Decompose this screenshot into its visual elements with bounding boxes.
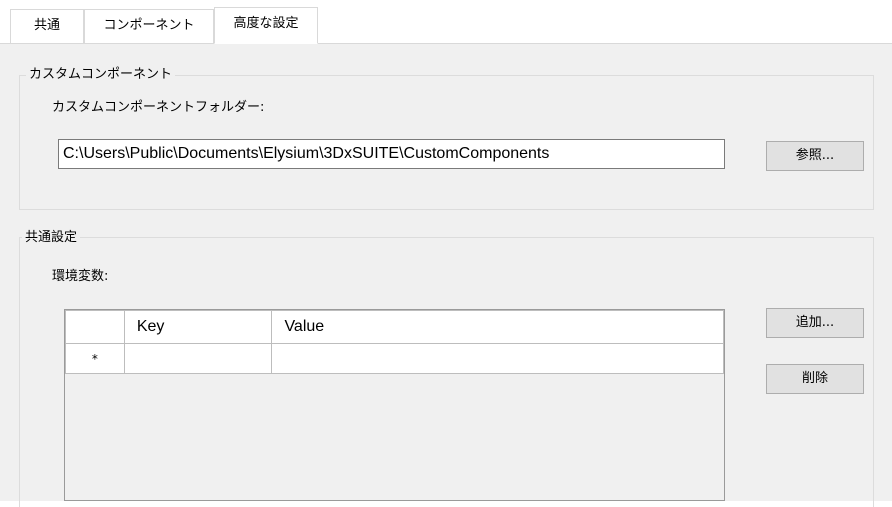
custom-component-group-title: カスタムコンポーネント	[26, 67, 176, 83]
common-settings-group-title: 共通設定	[22, 230, 81, 246]
custom-folder-input[interactable]	[58, 139, 725, 169]
env-vars-label: 環境変数:	[52, 269, 109, 284]
custom-folder-label: カスタムコンポーネントフォルダー:	[52, 100, 265, 115]
grid-new-row[interactable]: *	[65, 343, 724, 374]
grid-new-row-value-cell[interactable]	[271, 343, 724, 374]
grid-column-key[interactable]: Key	[123, 310, 273, 344]
tab-common[interactable]: 共通	[10, 9, 84, 43]
tab-components[interactable]: コンポーネント	[84, 9, 214, 43]
grid-new-row-key-cell[interactable]	[123, 343, 273, 374]
grid-new-row-marker: *	[65, 343, 125, 374]
add-button[interactable]: 追加...	[766, 308, 864, 338]
grid-header-row: Key Value	[65, 310, 724, 344]
grid-column-value[interactable]: Value	[271, 310, 724, 344]
tab-bar: 共通 コンポーネント 高度な設定	[0, 0, 892, 44]
delete-button[interactable]: 削除	[766, 364, 864, 394]
browse-button[interactable]: 参照...	[766, 141, 864, 171]
env-vars-grid[interactable]: Key Value *	[64, 309, 725, 501]
tab-advanced-settings[interactable]: 高度な設定	[214, 7, 318, 44]
grid-row-header-corner	[65, 310, 125, 344]
